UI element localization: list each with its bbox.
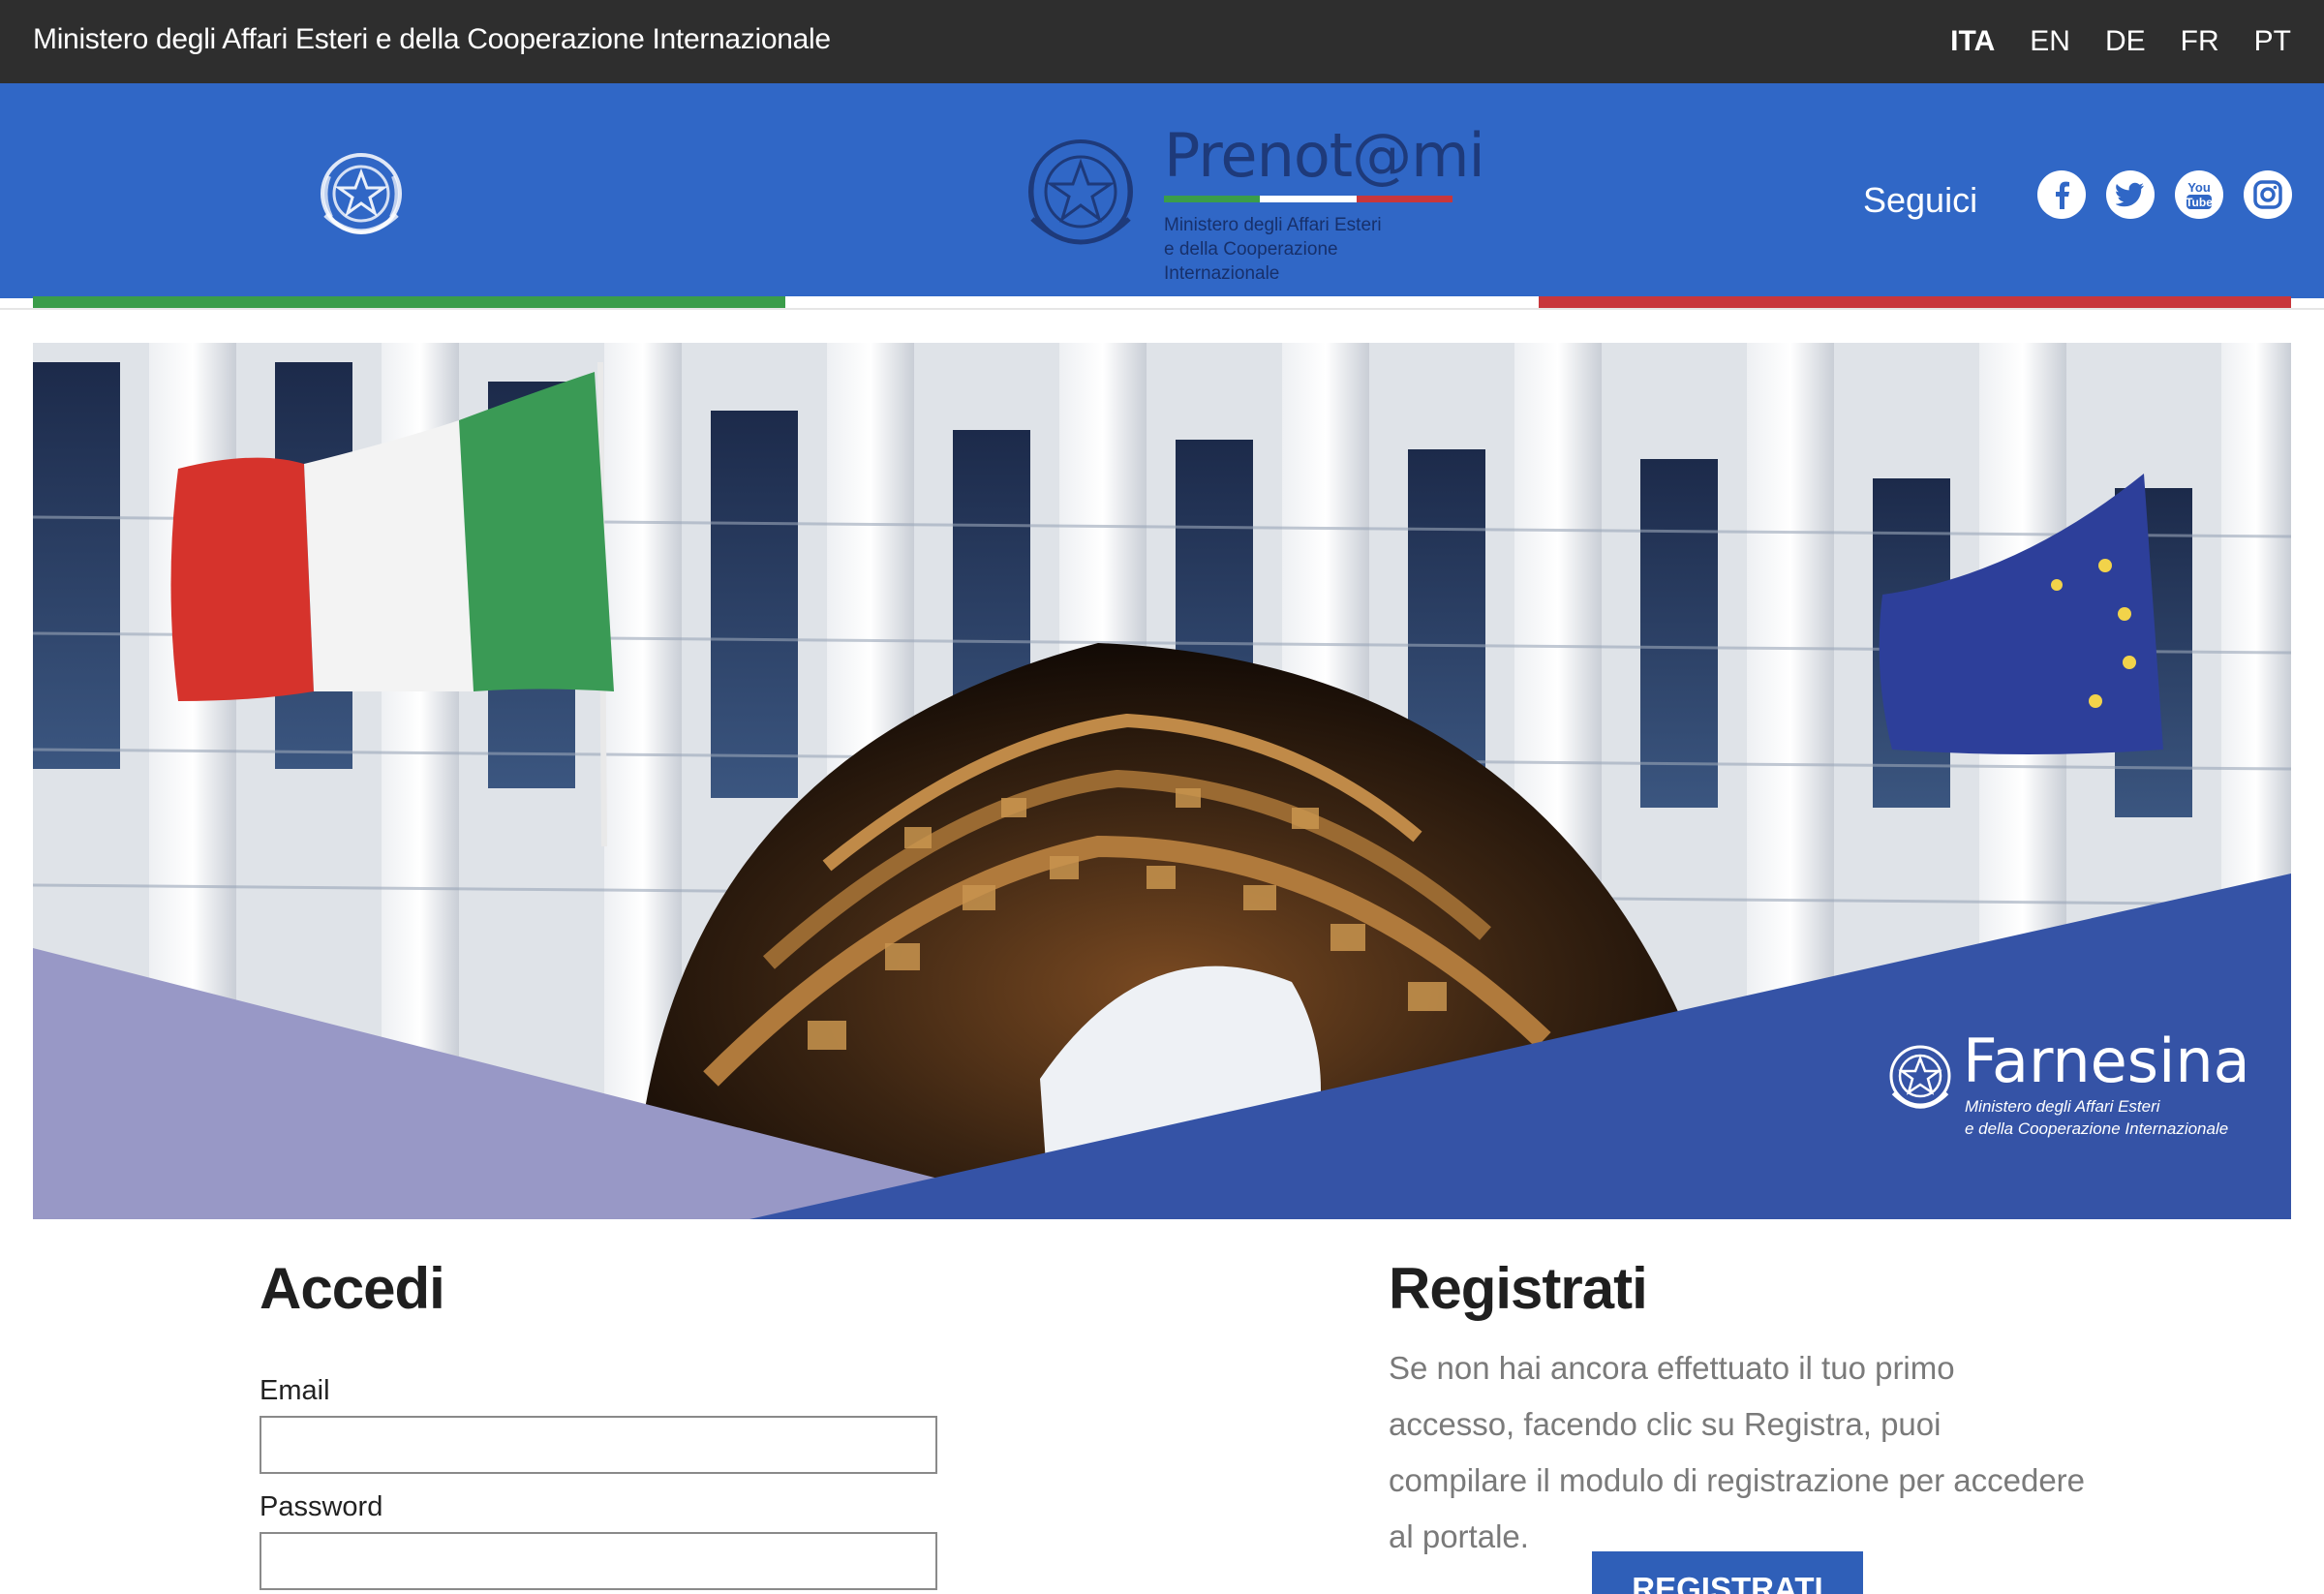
email-field[interactable] bbox=[260, 1416, 937, 1474]
youtube-icon[interactable]: You Tube bbox=[2175, 170, 2223, 219]
header-shadow bbox=[0, 308, 2324, 310]
svg-text:You: You bbox=[2187, 180, 2211, 195]
republic-emblem-icon[interactable] bbox=[316, 147, 407, 248]
brand-tricolor-stripe bbox=[1164, 196, 1452, 202]
tricolor-divider bbox=[33, 296, 2291, 308]
brand-name: Prenot@mi bbox=[1164, 120, 1485, 191]
password-label: Password bbox=[260, 1491, 383, 1522]
language-selector: ITA EN DE FR PT bbox=[1950, 25, 2291, 58]
farnesina-subtitle-line2: e della Cooperazione Internazionale bbox=[1965, 1119, 2229, 1138]
register-button[interactable]: REGISTRATI bbox=[1592, 1551, 1863, 1594]
register-section: Registrati Se non hai ancora effettuato … bbox=[1389, 1255, 2086, 1594]
lang-pt[interactable]: PT bbox=[2254, 25, 2291, 58]
farnesina-subtitle-line1: Ministero degli Affari Esteri bbox=[1965, 1097, 2160, 1116]
email-label: Email bbox=[260, 1375, 330, 1406]
lang-de[interactable]: DE bbox=[2105, 25, 2146, 58]
farnesina-subtitle: Ministero degli Affari Esteri e della Co… bbox=[1965, 1095, 2228, 1140]
republic-emblem-icon bbox=[1889, 1045, 1951, 1109]
lang-fr[interactable]: FR bbox=[2181, 25, 2219, 58]
password-field[interactable] bbox=[260, 1532, 937, 1590]
ministry-name: Ministero degli Affari Esteri e della Co… bbox=[33, 23, 831, 55]
twitter-icon[interactable] bbox=[2106, 170, 2155, 219]
brand-subtitle-line2: e della Cooperazione Internazionale bbox=[1164, 239, 1338, 284]
facebook-icon[interactable] bbox=[2037, 170, 2086, 219]
top-bar: Ministero degli Affari Esteri e della Co… bbox=[0, 0, 2324, 83]
lang-ita[interactable]: ITA bbox=[1950, 25, 1995, 58]
lang-en[interactable]: EN bbox=[2030, 25, 2070, 58]
social-links: You Tube bbox=[2037, 170, 2292, 219]
brand-subtitle: Ministero degli Affari Esteri e della Co… bbox=[1164, 213, 1456, 286]
site-header: Prenot@mi Ministero degli Affari Esteri … bbox=[0, 83, 2324, 298]
login-section: Accedi Email Password bbox=[260, 1255, 937, 1590]
farnesina-title: Farnesina bbox=[1963, 1026, 2250, 1096]
register-title: Registrati bbox=[1389, 1256, 1648, 1321]
prenotami-logo[interactable]: Prenot@mi Ministero degli Affari Esteri … bbox=[1021, 120, 1485, 284]
brand-subtitle-line1: Ministero degli Affari Esteri bbox=[1164, 215, 1382, 235]
svg-text:Tube: Tube bbox=[2186, 196, 2213, 209]
register-description: Se non hai ancora effettuato il tuo prim… bbox=[1389, 1350, 2086, 1554]
follow-label: Seguici bbox=[1863, 180, 1978, 220]
login-title: Accedi bbox=[260, 1256, 445, 1321]
instagram-icon[interactable] bbox=[2244, 170, 2292, 219]
republic-emblem-icon bbox=[1028, 139, 1133, 245]
hero-banner: Farnesina Ministero degli Affari Esteri … bbox=[33, 343, 2291, 1219]
farnesina-logo: Farnesina Ministero degli Affari Esteri … bbox=[1885, 1026, 2273, 1140]
